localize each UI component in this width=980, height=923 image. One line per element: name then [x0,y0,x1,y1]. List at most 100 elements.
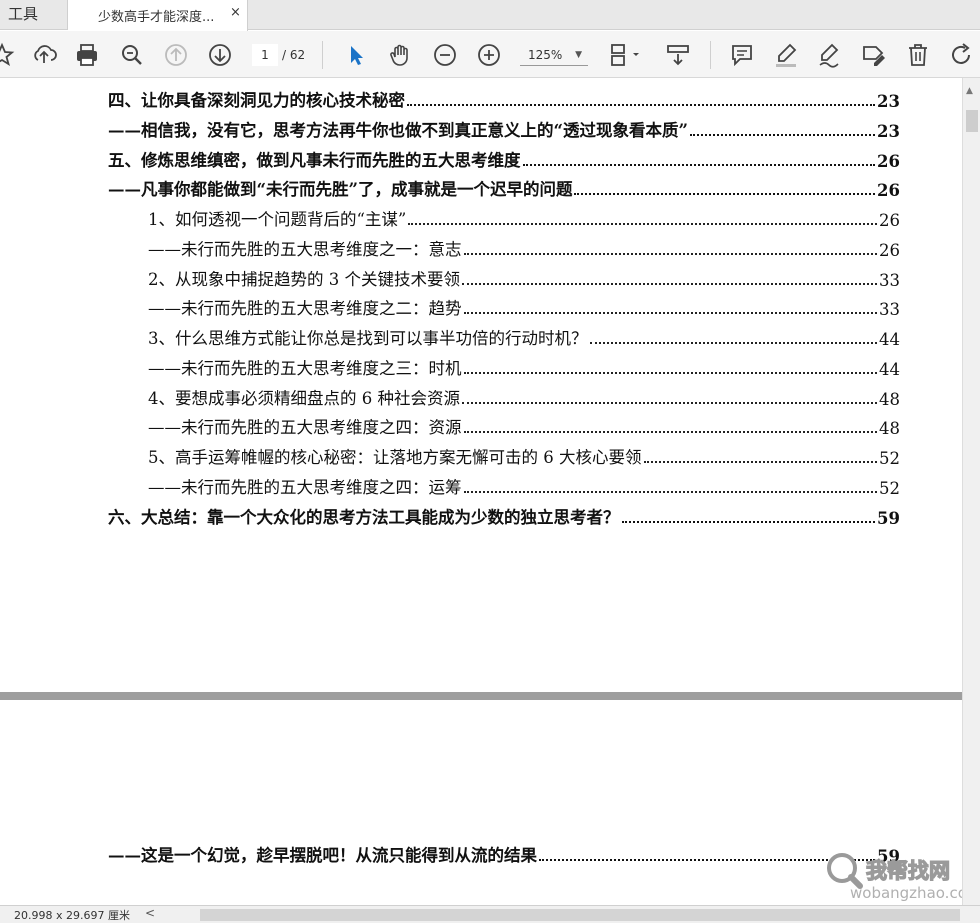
toc-entry-title: 五、修炼思维缜密，做到凡事未行而先胜的五大思考维度 [108,151,521,170]
toc-entry[interactable]: ——凡事你都能做到“未行而先胜”了，成事就是一个迟早的问题 26 [108,174,900,200]
scroll-mode-icon[interactable] [664,41,692,69]
toc-entry-page: 23 [877,122,900,141]
page-layout-icon[interactable] [606,41,642,69]
toc-entry[interactable]: 六、大总结：靠一个大众化的思考方法工具能成为少数的独立思考者？ 59 [108,502,900,528]
toc-leader [462,402,877,404]
highlight-icon[interactable] [772,41,800,69]
toc-entry-page: 48 [879,419,900,438]
status-bar: 20.998 x 29.697 厘米 < [0,905,980,923]
page-number-input[interactable]: 1 [252,44,278,66]
toc-entry[interactable]: ——未行而先胜的五大思考维度之四：资源 48 [148,412,900,438]
toc-leader [522,164,876,166]
chevron-down-icon: ▼ [575,50,582,60]
zoom-in-icon[interactable] [475,41,503,69]
zoom-select[interactable]: 125% ▼ [520,44,588,66]
edit-tag-icon[interactable] [859,41,887,69]
star-icon[interactable] [0,41,16,69]
zoom-out-icon[interactable] [431,41,459,69]
close-tab-icon[interactable]: × [230,5,241,20]
toc-entry-page: 26 [879,241,900,260]
page-size-readout: 20.998 x 29.697 厘米 [14,909,130,922]
toc-entry-title: ——未行而先胜的五大思考维度之二：趋势 [148,299,462,318]
toc-entry-title: 六、大总结：靠一个大众化的思考方法工具能成为少数的独立思考者？ [108,508,620,527]
scroll-left-icon[interactable]: < [145,906,155,920]
toc-entry[interactable]: 4、要想成事必须精细盘点的 6 种社会资源 48 [148,383,900,409]
toc-entry-title: 5、高手运筹帷幄的核心秘密：让落地方案无懈可击的 6 大核心要领 [148,448,642,467]
comment-icon[interactable] [728,41,756,69]
toc-leader [463,253,877,255]
print-icon[interactable] [73,41,101,69]
upload-icon[interactable] [30,41,58,69]
toolbar-divider [322,41,323,69]
toc-entry-title: ——未行而先胜的五大思考维度之四：运筹 [148,478,462,497]
toc-entry-page: 44 [879,360,900,379]
previous-page-icon[interactable] [162,41,190,69]
toc-entry-title: ——未行而先胜的五大思考维度之四：资源 [148,418,462,437]
document-view[interactable]: 四、让你具备深刻洞见力的核心技术秘密 23 ——相信我，没有它，思考方法再牛你也做… [0,78,962,905]
toc-leader [589,342,877,344]
select-cursor-icon[interactable] [342,41,370,69]
toc-leader [463,491,877,493]
toc-leader [463,431,877,433]
zoom-search-icon[interactable] [118,41,146,69]
watermark-site-url: wobangzhao.com [850,884,962,902]
tab-bar: 工具 少数高手才能深度... × [0,0,980,31]
scroll-up-icon[interactable]: ▲ [966,86,973,96]
next-page-icon[interactable] [206,41,234,69]
toc-entry-title: 四、让你具备深刻洞见力的核心技术秘密 [108,91,405,110]
toc-entry-page: 33 [879,271,900,290]
toc-entry[interactable]: ——这是一个幻觉，趁早摆脱吧！从流只能得到从流的结果 59 [108,840,900,866]
horizontal-scroll-thumb[interactable] [200,909,960,921]
toc-entry-page: 23 [877,92,900,111]
vertical-scroll-thumb[interactable] [966,110,978,132]
toc-entry-title: ——未行而先胜的五大思考维度之三：时机 [148,359,462,378]
toc-entry[interactable]: ——未行而先胜的五大思考维度之四：运筹 52 [148,472,900,498]
toc-entry[interactable]: ——未行而先胜的五大思考维度之一：意志 26 [148,234,900,260]
toc-leader [689,134,876,136]
zoom-value: 125% [528,48,563,62]
horizontal-scroll-track[interactable] [160,909,200,921]
toc-entry[interactable]: 五、修炼思维缜密，做到凡事未行而先胜的五大思考维度 26 [108,145,900,171]
toc-leader [643,461,877,463]
vertical-scrollbar[interactable]: ▲ [962,78,980,905]
toc-entry-page: 52 [879,449,900,468]
delete-icon[interactable] [904,41,932,69]
toc-entry[interactable]: ——相信我，没有它，思考方法再牛你也做不到真正意义上的“透过现象看本质” 23 [108,115,900,141]
toc-entry-title: 2、从现象中捕捉趋势的 3 个关键技术要领 [148,270,460,289]
tab-document[interactable]: 少数高手才能深度... × [68,0,248,31]
page-separator [0,692,962,700]
toc-entry-title: 4、要想成事必须精细盘点的 6 种社会资源 [148,389,460,408]
toc-entry[interactable]: 5、高手运筹帷幄的核心秘密：让落地方案无懈可击的 6 大核心要领 52 [148,442,900,468]
toc-entry[interactable]: 2、从现象中捕捉趋势的 3 个关键技术要领 33 [148,264,900,290]
draw-pen-icon[interactable] [815,41,843,69]
tab-tools[interactable]: 工具 [0,0,68,30]
toc-entry-title: 3、什么思维方式能让你总是找到可以事半功倍的行动时机？ [148,329,588,348]
watermark-site-name: 我帮找网 [866,859,950,883]
toc-entry-title: ——未行而先胜的五大思考维度之一：意志 [148,240,462,259]
toc-leader [621,521,876,523]
toc-leader [408,223,877,225]
toc-entry-page: 44 [879,330,900,349]
tab-document-title: 少数高手才能深度... [98,10,215,25]
toc-leader [407,104,876,106]
toc-entry[interactable]: 1、如何透视一个问题背后的“主谋” 26 [148,204,900,230]
toc-leader [462,283,877,285]
toc-entry[interactable]: ——未行而先胜的五大思考维度之二：趋势 33 [148,293,900,319]
toc-entry[interactable]: ——未行而先胜的五大思考维度之三：时机 44 [148,353,900,379]
toc-entry-page: 52 [879,479,900,498]
toolbar-divider [710,41,711,69]
toc-leader [463,372,877,374]
toc-entry-page: 26 [879,211,900,230]
toc-entry-page: 59 [877,509,900,528]
toc-entry[interactable]: 四、让你具备深刻洞见力的核心技术秘密 23 [108,85,900,111]
toc-entry[interactable]: 3、什么思维方式能让你总是找到可以事半功倍的行动时机？ 44 [148,323,900,349]
hand-tool-icon[interactable] [386,41,414,69]
toc-entry-title: ——这是一个幻觉，趁早摆脱吧！从流只能得到从流的结果 [108,846,537,865]
page-total: / 62 [282,48,306,62]
toc-entry-page: 26 [877,152,900,171]
toolbar: 1 / 62 125% ▼ [0,31,980,78]
toc-entry-page: 33 [879,300,900,319]
watermark-logo: 我帮找网 wobangzhao.com [827,853,962,902]
toc-entry-page: 48 [879,390,900,409]
rotate-icon[interactable] [948,41,976,69]
